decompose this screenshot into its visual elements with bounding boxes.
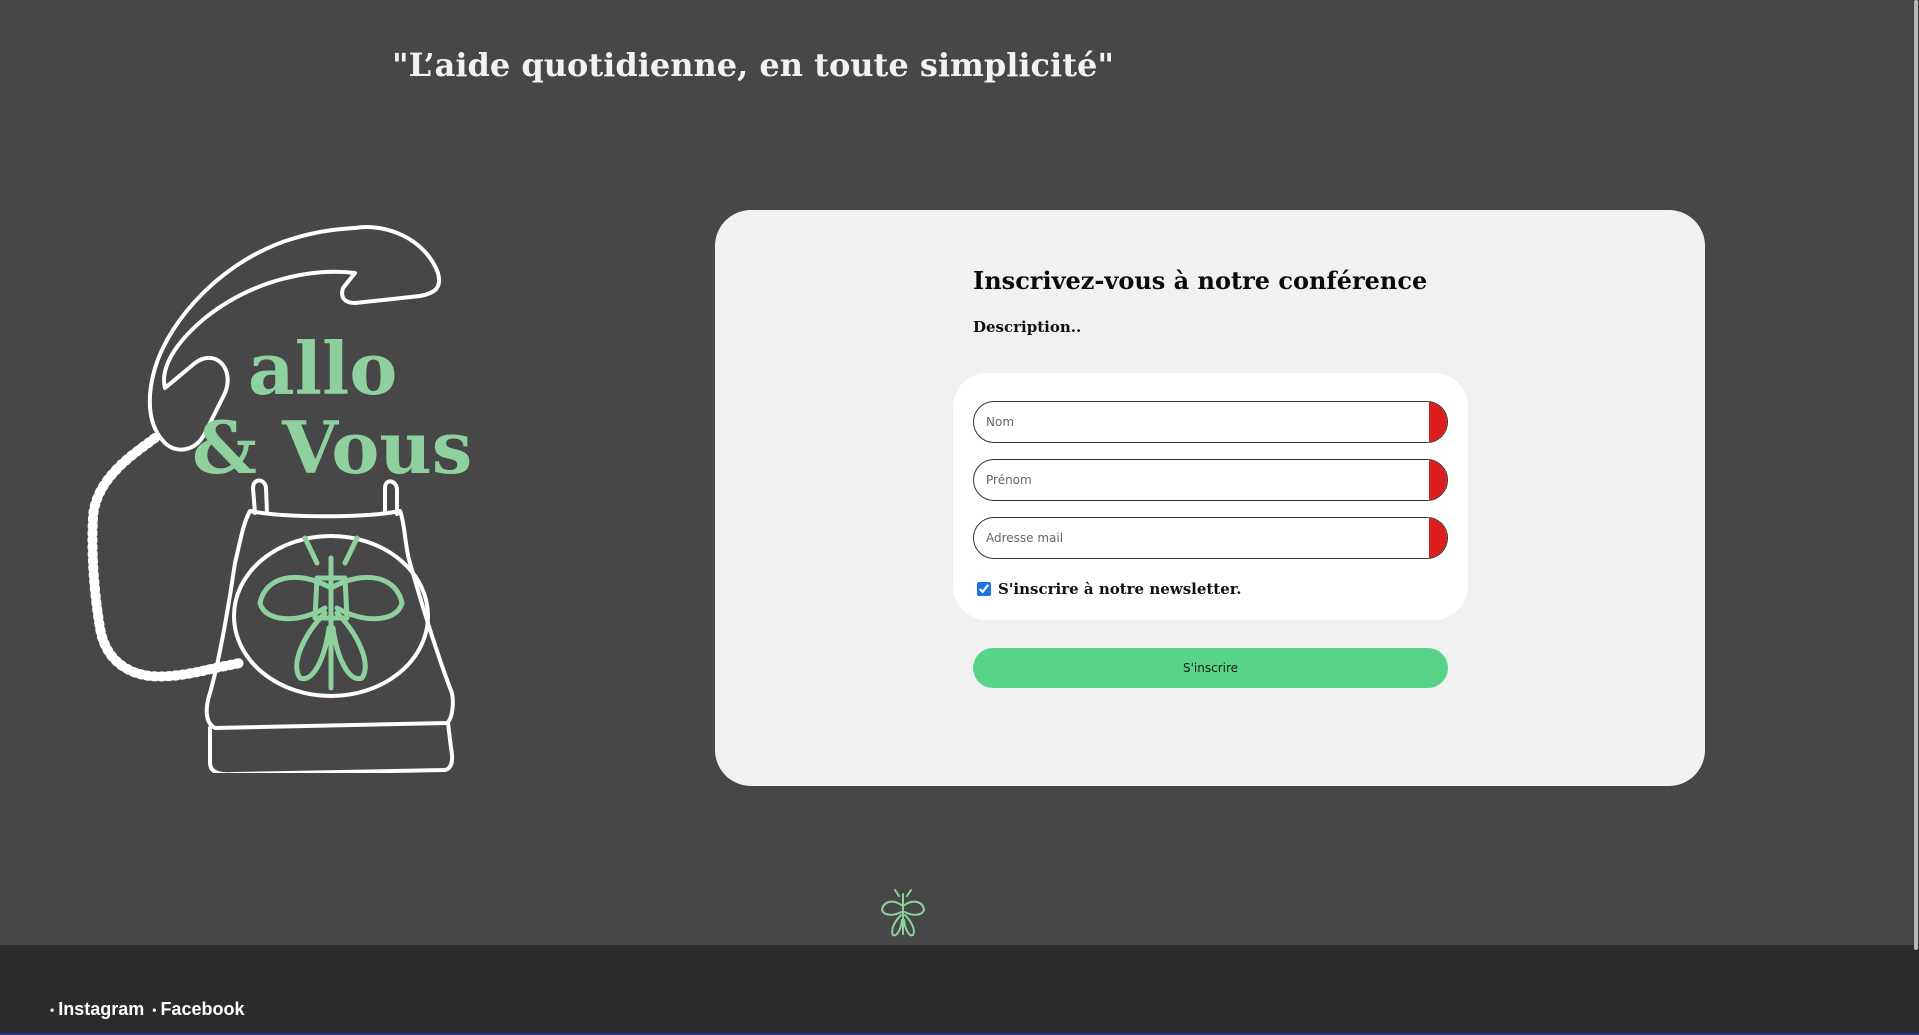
scrollbar-track[interactable] (1913, 0, 1919, 950)
newsletter-checkbox[interactable] (977, 582, 991, 596)
email-field (973, 517, 1448, 559)
email-input[interactable] (974, 518, 1414, 558)
nom-field (973, 401, 1448, 443)
rotary-phone-bee-logo (87, 225, 455, 773)
prenom-field (973, 459, 1448, 501)
newsletter-label: S'inscrire à notre newsletter. (998, 580, 1242, 598)
footer: • Instagram • Facebook (0, 945, 1919, 1035)
form-description: Description.. (973, 318, 1082, 336)
prenom-input[interactable] (974, 460, 1414, 500)
nom-input[interactable] (974, 402, 1414, 442)
scrollbar-thumb[interactable] (1914, 0, 1918, 950)
form-title: Inscrivez-vous à notre conférence (973, 266, 1428, 295)
newsletter-option[interactable]: S'inscrire à notre newsletter. (975, 580, 1242, 598)
social-links: • Instagram • Facebook (50, 999, 244, 1020)
facebook-link[interactable]: Facebook (160, 999, 244, 1019)
bullet-icon: • (152, 1003, 157, 1017)
submit-button[interactable]: S'inscrire (973, 648, 1448, 688)
brand-name-line-2: & Vous (192, 405, 473, 490)
instagram-link[interactable]: Instagram (58, 999, 144, 1019)
bee-icon (881, 889, 925, 937)
tagline: "L’aide quotidienne, en toute simplicité… (392, 46, 1114, 84)
bullet-icon: • (50, 1003, 55, 1017)
brand-name-line-1: allo (248, 326, 398, 411)
